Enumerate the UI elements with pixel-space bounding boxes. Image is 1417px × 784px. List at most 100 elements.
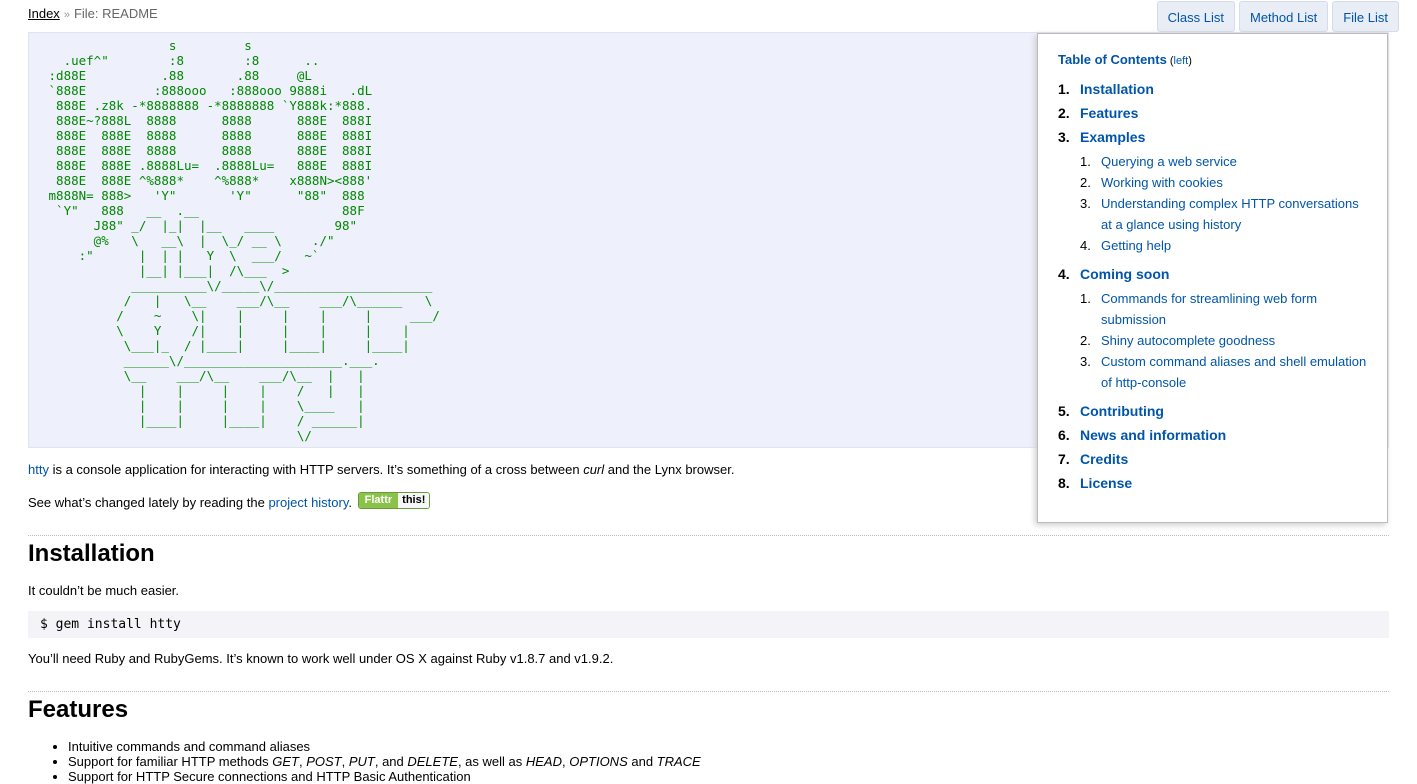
feature-text: and — [627, 754, 657, 769]
toc-paren: ( — [1166, 55, 1174, 67]
toc-link[interactable]: Coming soon — [1080, 266, 1169, 282]
toc-paren: ) — [1188, 55, 1192, 67]
feature-text: , — [341, 754, 349, 769]
toc-sublink[interactable]: Understanding complex HTTP conversations… — [1101, 193, 1367, 235]
divider — [28, 691, 1389, 692]
toc-item-body: License — [1080, 475, 1367, 491]
toc-sublink[interactable]: Getting help — [1101, 235, 1367, 256]
toc-link[interactable]: Contributing — [1080, 403, 1164, 419]
toc-sublink[interactable]: Working with cookies — [1101, 172, 1367, 193]
toc-item-number: 4. — [1058, 266, 1070, 282]
toc-sublink[interactable]: Commands for streamlining web form submi… — [1101, 288, 1367, 330]
toc-item-body: Coming soon 1. Commands for streamlining w… — [1080, 266, 1367, 395]
flattr-this-label: this! — [398, 493, 430, 509]
breadcrumb: Index» File: README — [28, 6, 158, 21]
table-of-contents: Table of Contents (left) 1. Installation 2… — [1037, 33, 1388, 523]
toc-item-body: Examples 1. Querying a web service 2. Workin… — [1080, 129, 1367, 258]
toc-item-body: Contributing — [1080, 403, 1367, 419]
list-item: Support for familiar HTTP methods GET, P… — [68, 754, 701, 769]
http-method: TRACE — [656, 754, 701, 769]
intro-paragraph: htty is a console application for intera… — [28, 462, 734, 477]
flattr-button[interactable]: Flattr this! — [357, 492, 431, 510]
toc-sublist: 1. Querying a web service 2. Working with c… — [1080, 151, 1367, 256]
toc-link[interactable]: Credits — [1080, 451, 1128, 467]
toc-sublist: 1. Commands for streamlining web form sub… — [1080, 288, 1367, 393]
toc-subitem-number: 2. — [1080, 333, 1091, 348]
feature-text: , as well as — [457, 754, 526, 769]
divider — [28, 535, 1389, 536]
http-method: OPTIONS — [569, 754, 628, 769]
toc-link[interactable]: Installation — [1080, 81, 1154, 97]
toc-item: 5. Contributing — [1058, 403, 1367, 419]
list-item: Intuitive commands and command aliases — [68, 739, 701, 754]
toc-item-number: 5. — [1058, 403, 1070, 419]
http-method: PUT — [348, 754, 375, 769]
installation-intro: It couldn’t be much easier. — [28, 583, 180, 598]
toc-subitem: 1. Commands for streamlining web form sub… — [1080, 288, 1367, 330]
feature-text: , and — [374, 754, 408, 769]
toc-item-body: Credits — [1080, 451, 1367, 467]
toc-left-link[interactable]: left — [1174, 55, 1189, 67]
project-history-link[interactable]: project history — [268, 495, 348, 510]
toc-item: 6. News and information — [1058, 427, 1367, 443]
toc-header: Table of Contents (left) — [1058, 52, 1367, 67]
toc-subitem-number: 2. — [1080, 175, 1091, 190]
features-list: Intuitive commands and command aliases S… — [48, 739, 701, 784]
toc-item-body: News and information — [1080, 427, 1367, 443]
installation-heading: Installation — [28, 540, 155, 567]
features-heading: Features — [28, 696, 129, 723]
htty-link[interactable]: htty — [28, 462, 49, 477]
http-method: DELETE — [407, 754, 458, 769]
toc-item-number: 8. — [1058, 475, 1070, 491]
toc-sublink[interactable]: Querying a web service — [1101, 151, 1367, 172]
http-method: POST — [306, 754, 342, 769]
toc-item-number: 6. — [1058, 427, 1070, 443]
toc-subitem: 2. Shiny autocomplete goodness — [1080, 330, 1367, 351]
breadcrumb-separator: » — [63, 9, 70, 21]
toc-sublink[interactable]: Shiny autocomplete goodness — [1101, 330, 1367, 351]
toc-item: 3. Examples 1. Querying a web service 2. Work… — [1058, 129, 1367, 258]
toc-link[interactable]: News and information — [1080, 427, 1226, 443]
intro-text-a: is a console application for interacting… — [48, 462, 584, 477]
toc-subitem: 1. Querying a web service — [1080, 151, 1367, 172]
feature-text: Support for familiar HTTP methods — [68, 754, 273, 769]
toc-subitem-number: 3. — [1080, 354, 1091, 369]
toc-subitem: 4. Getting help — [1080, 235, 1367, 256]
toc-item: 2. Features — [1058, 105, 1367, 121]
toc-link[interactable]: Examples — [1080, 129, 1145, 145]
toc-item-number: 7. — [1058, 451, 1070, 467]
toc-link[interactable]: Features — [1080, 105, 1138, 121]
toc-subitem-number: 3. — [1080, 196, 1091, 211]
toc-item: 4. Coming soon 1. Commands for streamlining… — [1058, 266, 1367, 395]
top-menu: Class List Method List File List — [1156, 1, 1399, 32]
toc-subitem-number: 1. — [1080, 291, 1091, 306]
http-method: GET — [272, 754, 299, 769]
toc-subitem: 3. Custom command aliases and shell emula… — [1080, 351, 1367, 393]
toc-subitem-number: 1. — [1080, 154, 1091, 169]
toc-item-body: Features — [1080, 105, 1367, 121]
toc-item-number: 3. — [1058, 129, 1070, 145]
toc-hide-toggle: (left) — [1167, 55, 1192, 67]
history-text-a: See what’s changed lately by reading the — [28, 495, 269, 510]
toc-item: 1. Installation — [1058, 81, 1367, 97]
toc-title: Table of Contents — [1058, 52, 1167, 67]
intro-text-b: and the Lynx browser. — [604, 462, 735, 477]
breadcrumb-index-link[interactable]: Index — [28, 6, 60, 21]
toc-subitem: 3. Understanding complex HTTP conversatio… — [1080, 193, 1367, 235]
class-list-button[interactable]: Class List — [1156, 1, 1235, 32]
breadcrumb-current: File: README — [73, 6, 158, 21]
toc-item-body: Installation — [1080, 81, 1367, 97]
list-item: Support for HTTP Secure connections and … — [68, 769, 701, 784]
toc-item-number: 2. — [1058, 105, 1070, 121]
file-list-button[interactable]: File List — [1332, 1, 1399, 32]
toc-link[interactable]: License — [1080, 475, 1132, 491]
method-list-button[interactable]: Method List — [1239, 1, 1329, 32]
intro-em-curl: curl — [583, 462, 605, 477]
toc-item: 8. License — [1058, 475, 1367, 491]
history-paragraph: See what’s changed lately by reading the… — [28, 492, 431, 512]
history-text-b: . — [348, 495, 353, 510]
toc-subitem-number: 4. — [1080, 238, 1091, 253]
installation-requirements: You’ll need Ruby and RubyGems. It’s know… — [28, 651, 614, 666]
toc-list: 1. Installation 2. Features 3. Examples 1. Quer… — [1058, 81, 1367, 491]
toc-sublink[interactable]: Custom command aliases and shell emulati… — [1101, 351, 1367, 393]
